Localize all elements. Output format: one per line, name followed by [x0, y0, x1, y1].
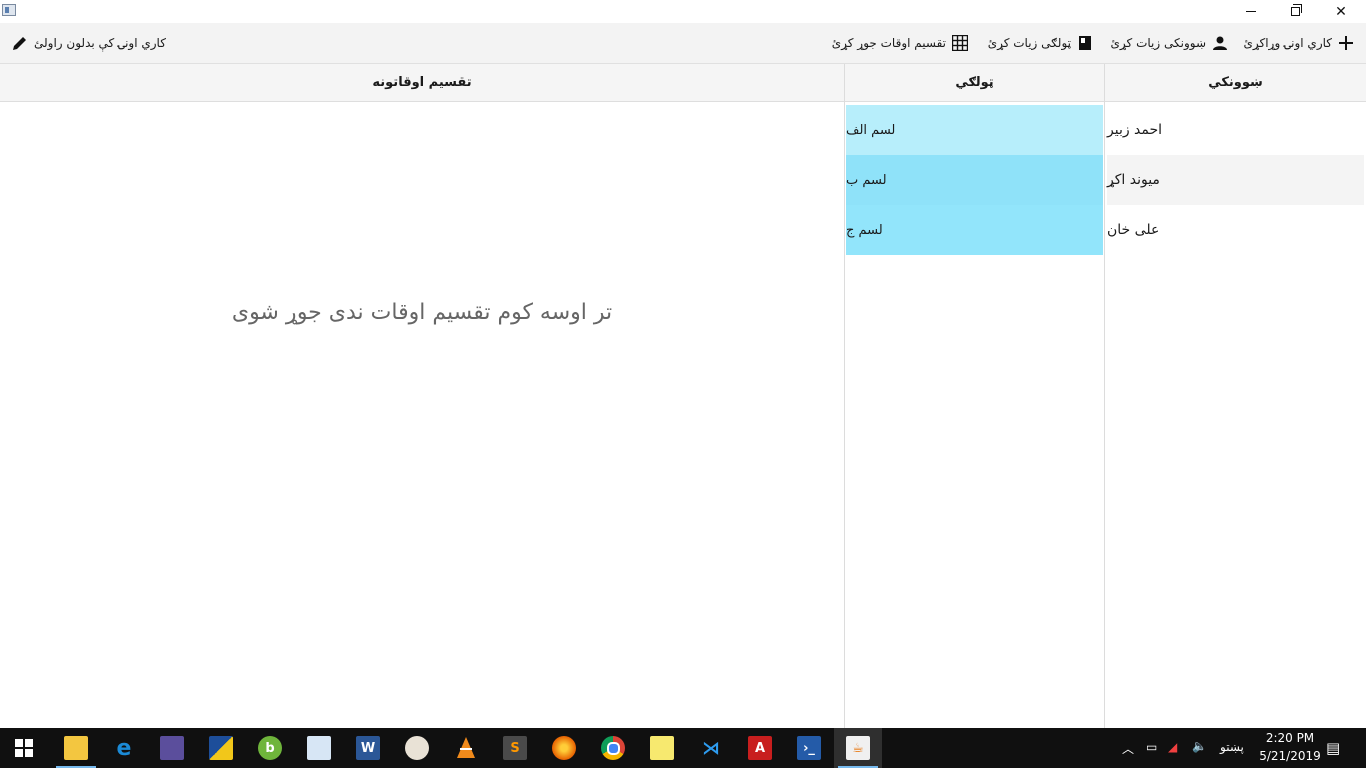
taskbar-app[interactable] [197, 728, 245, 768]
app-icon [209, 736, 233, 760]
edit-week-button[interactable]: كاري اونۍ كې بدلون راولئ [12, 23, 166, 63]
add-week-label: كاري اونۍ وړاكړئ [1243, 36, 1332, 50]
pencil-icon [13, 37, 26, 50]
notification-icon[interactable]: ▤ [1326, 739, 1340, 757]
network-icon[interactable]: ◢ [1168, 740, 1177, 754]
app-icon: b [258, 736, 282, 760]
app-icon [307, 736, 331, 760]
classes-header: ټولګي [845, 64, 1105, 102]
vlc-icon [457, 737, 475, 758]
chevron-up-icon[interactable]: ︿ [1122, 740, 1134, 757]
teachers-list: احمد زبير ميوند اكړ علی خان [1107, 105, 1364, 255]
add-teacher-button[interactable]: ښوونكى زيات كړئ [1111, 23, 1228, 63]
edit-week-label: كاري اونۍ كې بدلون راولئ [34, 36, 166, 50]
create-schedule-label: تقسيم اوقات جوړ كړئ [831, 36, 946, 50]
taskbar-chrome[interactable] [589, 728, 637, 768]
title-bar: ✕ [0, 0, 1366, 23]
add-teacher-label: ښوونكى زيات كړئ [1110, 36, 1206, 50]
start-button[interactable] [0, 728, 48, 768]
maximize-button[interactable] [1272, 0, 1318, 23]
close-button[interactable]: ✕ [1318, 0, 1364, 23]
taskbar: e b W S ⋊ A ›_ ☕ ︿ ▭ ◢ 🔈 پښتو 2:20 PM 5/… [0, 728, 1366, 768]
close-icon: ✕ [1335, 3, 1347, 20]
app-icon [160, 736, 184, 760]
vscode-icon: ⋊ [702, 737, 720, 759]
teachers-header: ښوونكي [1105, 64, 1366, 102]
taskbar-app[interactable]: b [246, 728, 294, 768]
acrobat-icon: A [748, 736, 772, 760]
taskbar-app[interactable] [295, 728, 343, 768]
schedules-empty-message: تر اوسه كوم تقسيم اوقات ندی جوړ شوی [231, 300, 613, 325]
teacher-name: ميوند اكړ [1107, 172, 1160, 188]
chrome-icon [601, 736, 625, 760]
sticky-notes-icon [650, 736, 674, 760]
java-icon: ☕ [846, 736, 870, 760]
minimize-icon [1246, 11, 1256, 12]
column-divider [844, 64, 845, 728]
taskbar-sticky-notes[interactable] [638, 728, 686, 768]
list-item[interactable]: علی خان [1107, 205, 1364, 255]
firefox-icon [552, 736, 576, 760]
sublime-icon: S [503, 736, 527, 760]
list-item[interactable]: لسم الف [846, 105, 1103, 155]
window-app-icon [2, 4, 16, 16]
volume-icon[interactable]: 🔈 [1192, 739, 1207, 753]
language-indicator[interactable]: پښتو [1220, 740, 1244, 754]
class-name: لسم الف [846, 122, 896, 138]
list-item[interactable]: لسم ب [846, 155, 1103, 205]
class-name: لسم ج [846, 222, 883, 238]
toolbar: كاري اونۍ وړاكړئ ښوونكى زيات كړئ ټولګی ز… [0, 23, 1366, 64]
taskbar-firefox[interactable] [540, 728, 588, 768]
file-explorer-icon [64, 736, 88, 760]
class-name: لسم ب [846, 172, 887, 188]
taskbar-edge[interactable]: e [100, 728, 148, 768]
add-class-button[interactable]: ټولګی زيات كړئ [988, 23, 1093, 63]
taskbar-word[interactable]: W [344, 728, 392, 768]
schedules-header-label: تقسيم اوقاتونه [372, 75, 472, 90]
taskbar-java[interactable]: ☕ [834, 728, 882, 768]
minimize-button[interactable] [1228, 0, 1274, 23]
restore-icon [1290, 4, 1302, 16]
taskbar-vscode[interactable]: ⋊ [687, 728, 735, 768]
schedules-header: تقسيم اوقاتونه [0, 64, 845, 102]
word-icon: W [356, 736, 380, 760]
taskbar-paint[interactable] [393, 728, 441, 768]
battery-icon[interactable]: ▭ [1146, 740, 1157, 754]
grid-icon [952, 35, 968, 51]
paint-icon [405, 736, 429, 760]
taskbar-sublime[interactable]: S [491, 728, 539, 768]
add-class-label: ټولګی زيات كړئ [987, 36, 1071, 50]
list-item[interactable]: ميوند اكړ [1107, 155, 1364, 205]
list-item[interactable]: احمد زبير [1107, 105, 1364, 155]
column-divider [1104, 64, 1105, 728]
taskbar-file-explorer[interactable] [52, 728, 100, 768]
plus-icon [1339, 36, 1353, 50]
person-icon [1213, 36, 1227, 50]
taskbar-app[interactable] [148, 728, 196, 768]
clock-time[interactable]: 2:20 PM [1260, 731, 1320, 745]
classes-header-label: ټولګي [955, 75, 994, 90]
powershell-icon: ›_ [797, 736, 821, 760]
edge-icon: e [116, 735, 132, 761]
add-week-button[interactable]: كاري اونۍ وړاكړئ [1243, 23, 1354, 63]
book-icon [1079, 36, 1091, 50]
list-item[interactable]: لسم ج [846, 205, 1103, 255]
taskbar-vlc[interactable] [442, 728, 490, 768]
classes-list: لسم الف لسم ب لسم ج [846, 105, 1103, 255]
start-icon [15, 739, 33, 757]
teacher-name: احمد زبير [1107, 122, 1163, 138]
taskbar-acrobat[interactable]: A [736, 728, 784, 768]
teacher-name: علی خان [1107, 222, 1160, 238]
clock-date[interactable]: 5/21/2019 [1254, 749, 1326, 763]
taskbar-powershell[interactable]: ›_ [785, 728, 833, 768]
teachers-header-label: ښوونكي [1208, 75, 1263, 90]
create-schedule-button[interactable]: تقسيم اوقات جوړ كړئ [832, 23, 968, 63]
